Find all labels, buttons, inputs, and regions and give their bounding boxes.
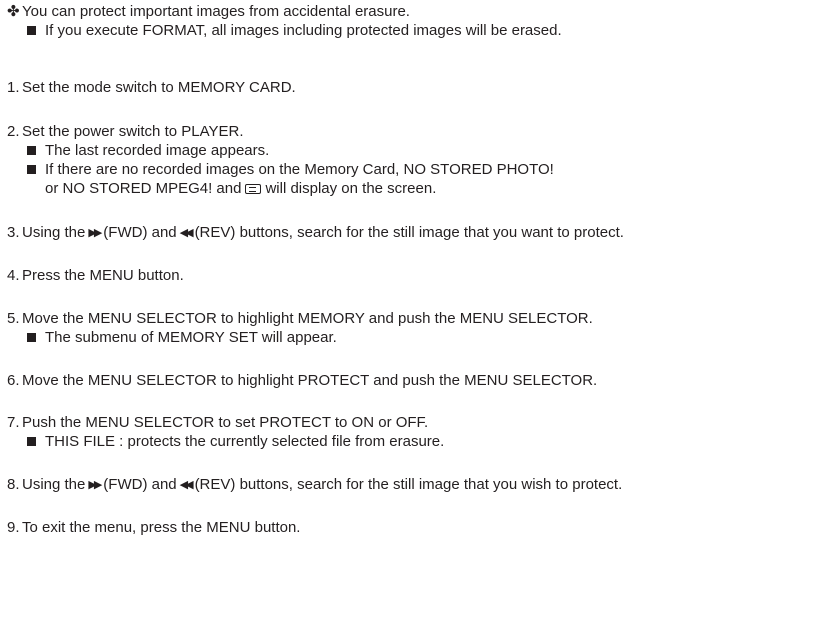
step-number: 3. (7, 224, 20, 241)
step-number: 2. (7, 123, 20, 140)
step-number: 5. (7, 310, 20, 327)
step-text: Move the MENU SELECTOR to highlight PROT… (22, 372, 598, 389)
sub-text-part: or NO STORED MPEG4! and (45, 180, 242, 197)
step-text-part: Using the (22, 476, 86, 493)
sub-text: The last recorded image appears. (45, 142, 270, 159)
memory-card-icon (245, 184, 262, 194)
intro-bullet-icon: ✤ (7, 3, 20, 20)
step-text: Push the MENU SELECTOR to set PROTECT to… (22, 414, 429, 431)
rewind-icon: ◀◀ (179, 227, 194, 239)
step-text-part: (FWD) and (103, 224, 177, 241)
step-number: 4. (7, 267, 20, 284)
intro-text: You can protect important images from ac… (22, 3, 410, 20)
step-number: 7. (7, 414, 20, 431)
sub-text: If there are no recorded images on the M… (45, 161, 554, 178)
sub-text: The submenu of MEMORY SET will appear. (45, 329, 337, 346)
step-text-part: (REV) buttons, search for the still imag… (194, 224, 624, 241)
square-bullet-icon (27, 146, 36, 155)
step-number: 8. (7, 476, 20, 493)
square-bullet-icon (27, 333, 36, 342)
fast-forward-icon: ▶▶ (88, 479, 102, 491)
step-text-part: (REV) buttons, search for the still imag… (194, 476, 623, 493)
step-text: Move the MENU SELECTOR to highlight MEMO… (22, 310, 593, 327)
step-number: 6. (7, 372, 20, 389)
square-bullet-icon (27, 437, 36, 446)
step-text-part: (FWD) and (103, 476, 177, 493)
step-text: Press the MENU button. (22, 267, 184, 284)
step-number: 1. (7, 79, 20, 96)
step-text-part: Using the (22, 224, 86, 241)
step-text: Set the power switch to PLAYER. (22, 123, 244, 140)
rewind-icon: ◀◀ (179, 479, 194, 491)
square-bullet-icon (27, 165, 36, 174)
sub-text: THIS FILE : protects the currently selec… (45, 433, 445, 450)
sub-text-part: will display on the screen. (265, 180, 437, 197)
square-bullet-icon (27, 26, 36, 35)
fast-forward-icon: ▶▶ (88, 227, 102, 239)
intro-note-text: If you execute FORMAT, all images includ… (45, 22, 562, 39)
step-text: Set the mode switch to MEMORY CARD. (22, 79, 296, 96)
step-number: 9. (7, 519, 20, 536)
step-text: To exit the menu, press the MENU button. (22, 519, 301, 536)
